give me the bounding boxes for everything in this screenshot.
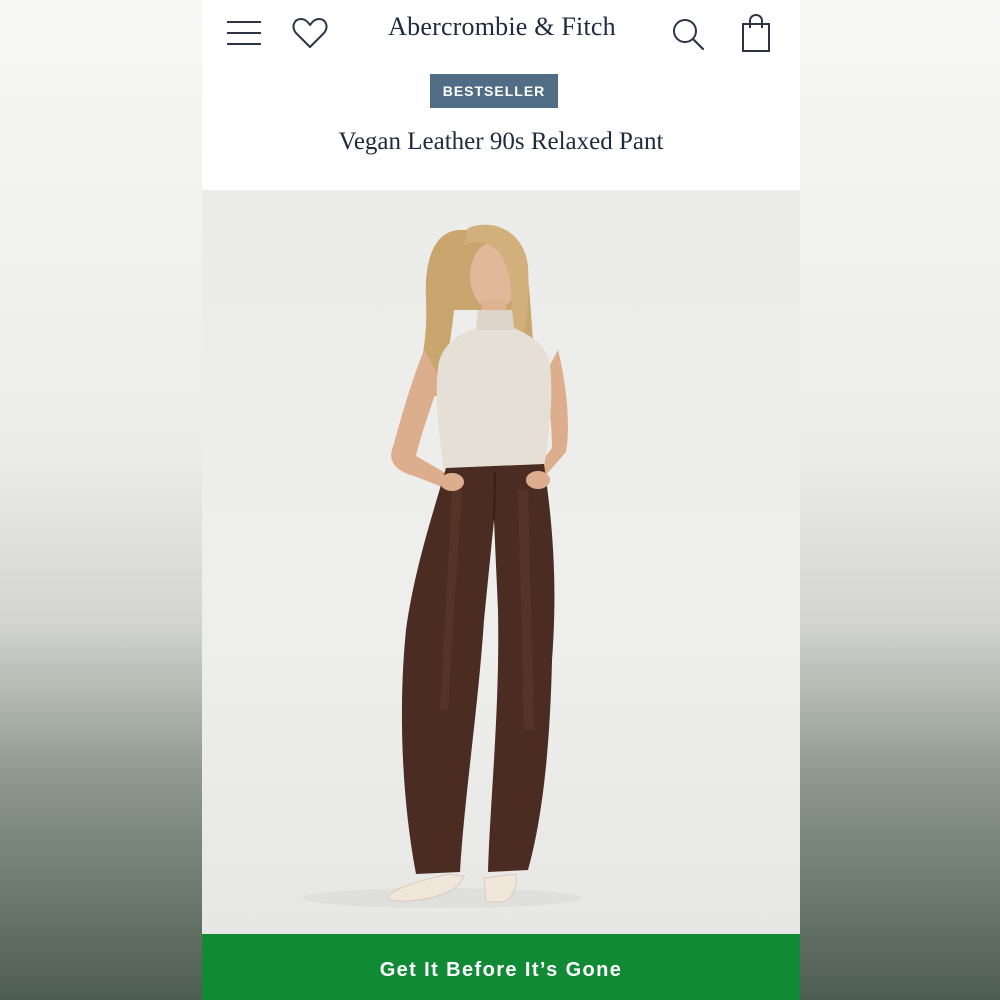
heart-icon[interactable] bbox=[290, 14, 330, 52]
background-right bbox=[798, 0, 1000, 1000]
menu-icon[interactable] bbox=[224, 14, 264, 52]
product-image[interactable] bbox=[202, 190, 800, 934]
search-icon[interactable] bbox=[668, 14, 708, 54]
background-left bbox=[0, 0, 202, 1000]
bestseller-badge: BESTSELLER bbox=[430, 74, 558, 108]
cta-banner[interactable]: Get It Before It’s Gone bbox=[202, 934, 800, 1000]
shopping-bag-icon[interactable] bbox=[736, 12, 776, 54]
product-title: Vegan Leather 90s Relaxed Pant bbox=[338, 128, 664, 155]
product-page: Abercrombie & Fitch BESTSELLER Vegan Lea… bbox=[202, 0, 800, 1000]
header: Abercrombie & Fitch BESTSELLER Vegan Lea… bbox=[202, 0, 800, 190]
brand-logo[interactable]: Abercrombie & Fitch bbox=[362, 12, 642, 42]
